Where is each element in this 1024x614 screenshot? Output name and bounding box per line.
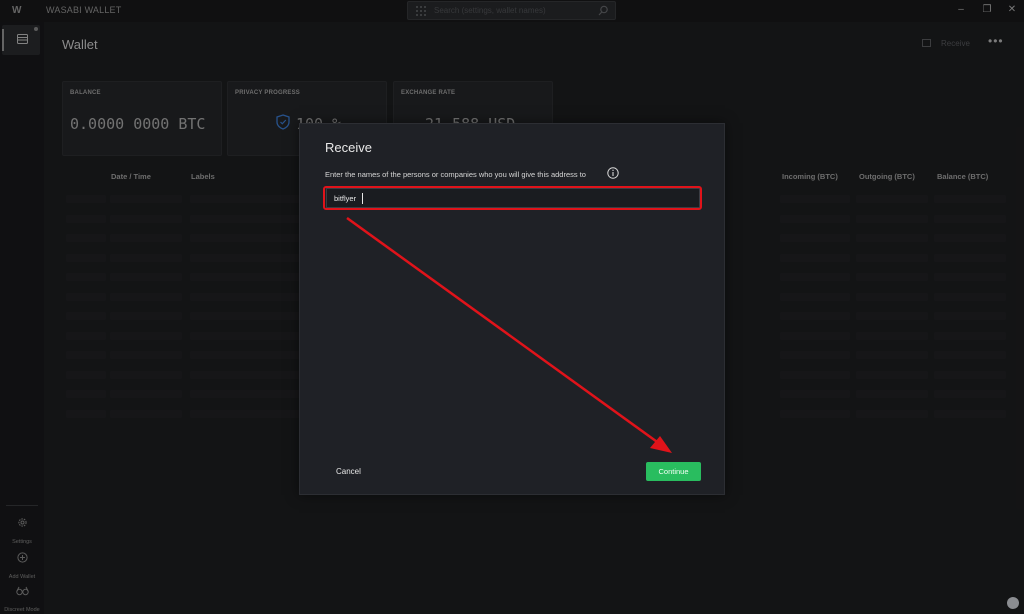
receive-dialog: Receive Enter the names of the persons o… [299,123,725,495]
status-check-icon [1007,597,1019,609]
info-icon[interactable] [607,167,619,179]
dialog-title: Receive [325,140,372,155]
continue-button[interactable]: Continue [646,462,701,481]
annotation-highlight-box [323,186,702,210]
dialog-prompt: Enter the names of the persons or compan… [325,170,586,179]
cancel-button[interactable]: Cancel [336,467,361,476]
